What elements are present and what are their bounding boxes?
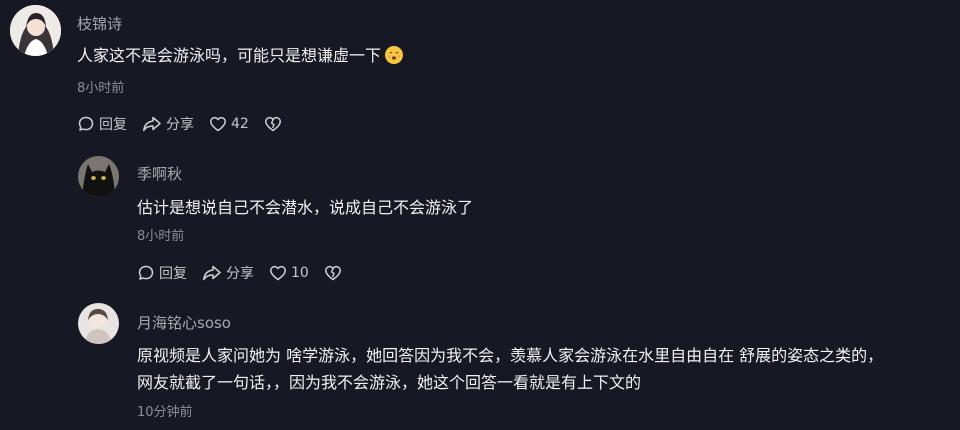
timestamp: 8小时前 (77, 81, 125, 96)
broken-heart-icon (264, 116, 281, 132)
share-button[interactable]: 分享 (142, 114, 194, 134)
like-count: 10 (291, 265, 309, 281)
reply-label: 回复 (99, 117, 127, 133)
smiling-face-emoji-icon (385, 46, 404, 64)
comment-actions: 回复 分享 10 (137, 263, 361, 283)
heart-icon (210, 116, 226, 132)
share-icon (143, 116, 161, 132)
username[interactable]: 枝锦诗 (77, 13, 122, 34)
username[interactable]: 月海铭心soso (137, 312, 231, 333)
reply-icon (78, 116, 94, 131)
username[interactable]: 季啊秋 (137, 163, 182, 184)
comment-text-line-1: 原视频是人家问她为 啥学游泳，她回答因为我不会，羡慕人家会游泳在水里自由自在 舒… (137, 346, 884, 365)
share-icon (203, 265, 221, 281)
like-button[interactable]: 10 (269, 264, 309, 282)
avatar[interactable] (10, 5, 61, 56)
comment-actions: 回复 分享 42 (77, 114, 301, 134)
share-button[interactable]: 分享 (202, 263, 254, 283)
timestamp: 8小时前 (137, 229, 185, 244)
reply-label: 回复 (159, 266, 187, 282)
reply-button[interactable]: 回复 (137, 263, 187, 283)
dislike-button[interactable] (324, 264, 346, 282)
like-count: 42 (231, 116, 249, 132)
share-label: 分享 (166, 117, 194, 133)
heart-icon (270, 265, 286, 281)
comment-text-line-2: 网友就截了一句话，，因为我不会游泳，她这个回答一看就是有上下文的 (137, 373, 642, 392)
avatar[interactable] (78, 303, 119, 344)
broken-heart-icon (324, 265, 341, 281)
reply-icon (138, 265, 154, 280)
comment-text: 人家这不是会游泳吗，可能只是想谦虚一下 (77, 44, 404, 68)
dislike-button[interactable] (264, 115, 286, 133)
avatar[interactable] (78, 156, 119, 197)
reply-button[interactable]: 回复 (77, 114, 127, 134)
comment-text: 估计是想说自己不会潜水，说成自己不会游泳了 (137, 198, 474, 217)
timestamp: 10分钟前 (137, 405, 193, 420)
comment-text-content: 人家这不是会游泳吗，可能只是想谦虚一下 (77, 46, 382, 65)
share-label: 分享 (226, 266, 254, 282)
like-button[interactable]: 42 (209, 115, 249, 133)
